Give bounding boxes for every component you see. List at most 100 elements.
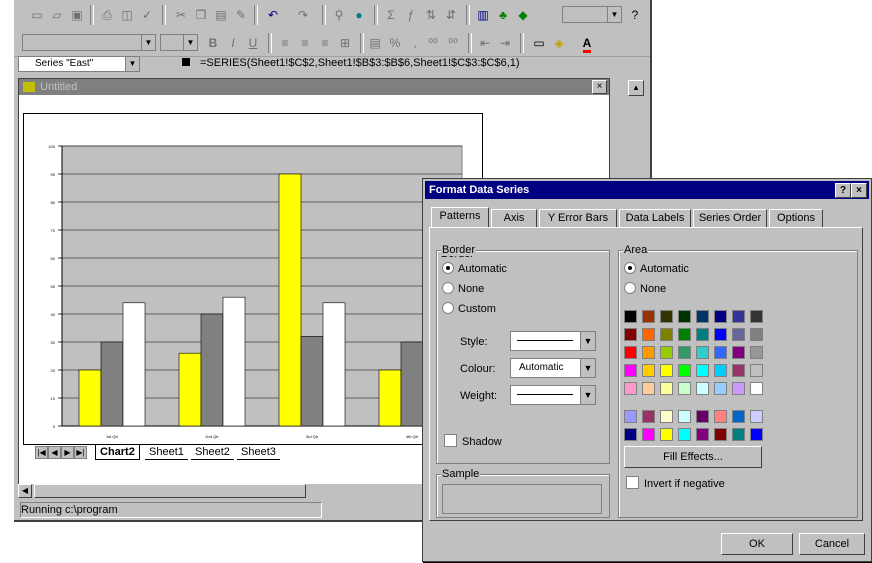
chevron-down-icon[interactable]: ▼ (580, 359, 595, 377)
italic-icon[interactable]: I (224, 34, 242, 52)
web-toolbar-icon[interactable]: ● (350, 6, 368, 24)
color-swatch[interactable] (714, 310, 727, 323)
help-icon[interactable]: ? (626, 6, 644, 24)
close-icon[interactable]: × (851, 183, 867, 198)
chart-plot[interactable]: 0 10 20 30 40 50 60 70 80 90 100 1st Qtr 2nd Qtr 3rd … (30, 136, 470, 456)
tab-patterns[interactable]: Patterns (431, 207, 489, 228)
save-icon[interactable]: ▣ (68, 6, 86, 24)
chevron-down-icon[interactable]: ▼ (183, 35, 197, 50)
color-swatch[interactable] (660, 428, 673, 441)
color-swatch[interactable] (642, 328, 655, 341)
color-swatch[interactable] (624, 364, 637, 377)
borders-icon[interactable]: ▭ (530, 34, 548, 52)
percent-icon[interactable]: % (386, 34, 404, 52)
color-swatch[interactable] (678, 428, 691, 441)
cut-icon[interactable]: ✂ (172, 6, 190, 24)
color-swatch[interactable] (696, 428, 709, 441)
increase-indent-icon[interactable]: ⇥ (496, 34, 514, 52)
open-icon[interactable]: ▱ (48, 6, 66, 24)
color-swatch[interactable] (732, 346, 745, 359)
scroll-left-icon[interactable]: ◀ (18, 484, 32, 498)
color-swatch[interactable] (714, 364, 727, 377)
color-swatch[interactable] (678, 346, 691, 359)
color-swatch[interactable] (696, 364, 709, 377)
sheet-tab-sheet2[interactable]: Sheet2 (191, 445, 234, 460)
font-color-icon[interactable]: A (578, 34, 596, 53)
autosum-icon[interactable]: Σ (382, 6, 400, 24)
close-icon[interactable]: × (592, 80, 607, 94)
color-swatch[interactable] (732, 382, 745, 395)
color-swatch[interactable] (714, 382, 727, 395)
color-swatch[interactable] (678, 310, 691, 323)
color-swatch[interactable] (750, 346, 763, 359)
color-swatch[interactable] (660, 364, 673, 377)
sort-ascending-icon[interactable]: ⇅ (422, 6, 440, 24)
font-combo[interactable]: ▼ (22, 34, 156, 51)
shadow-checkbox[interactable]: Shadow (444, 434, 502, 449)
name-box[interactable]: Series "East" ▼ (18, 56, 140, 72)
fill-effects-button[interactable]: Fill Effects... (624, 446, 762, 468)
color-swatch[interactable] (714, 328, 727, 341)
print-preview-icon[interactable]: ◫ (118, 6, 136, 24)
tab-axis[interactable]: Axis (491, 209, 537, 227)
chevron-down-icon[interactable]: ▼ (125, 57, 139, 71)
next-sheet-icon[interactable]: ▶ (61, 446, 74, 459)
color-swatch[interactable] (678, 410, 691, 423)
sort-descending-icon[interactable]: ⇵ (442, 6, 460, 24)
color-swatch[interactable] (678, 364, 691, 377)
font-size-combo[interactable]: ▼ (160, 34, 198, 51)
area-automatic-radio[interactable]: Automatic (624, 262, 689, 276)
chevron-down-icon[interactable]: ▼ (580, 386, 595, 404)
color-swatch[interactable] (624, 428, 637, 441)
tab-options[interactable]: Options (769, 209, 823, 227)
color-swatch[interactable] (660, 310, 673, 323)
formula-bar[interactable]: =SERIES(Sheet1!$C$2,Sheet1!$B$3:$B$6,She… (200, 56, 644, 70)
chevron-down-icon[interactable]: ▼ (580, 332, 595, 350)
color-swatch[interactable] (624, 328, 637, 341)
color-swatch[interactable] (732, 328, 745, 341)
tab-y-error-bars[interactable]: Y Error Bars (539, 209, 617, 227)
color-swatch[interactable] (750, 382, 763, 395)
format-painter-icon[interactable]: ✎ (232, 6, 250, 24)
tab-series-order[interactable]: Series Order (693, 209, 767, 227)
color-swatch[interactable] (732, 428, 745, 441)
color-swatch[interactable] (696, 410, 709, 423)
area-none-radio[interactable]: None (624, 282, 666, 296)
color-swatch[interactable] (714, 428, 727, 441)
prev-sheet-icon[interactable]: ◀ (48, 446, 61, 459)
invert-if-negative-checkbox[interactable]: Invert if negative (626, 476, 725, 491)
color-swatch[interactable] (642, 410, 655, 423)
decrease-decimal-icon[interactable]: ⁰⁰ (444, 34, 462, 52)
color-swatch[interactable] (696, 382, 709, 395)
sheet-tab-sheet3[interactable]: Sheet3 (237, 445, 280, 460)
sheet-tab-chart2[interactable]: Chart2 (95, 445, 140, 460)
tab-data-labels[interactable]: Data Labels (619, 209, 691, 227)
zoom-combo[interactable]: ▼ (562, 6, 622, 23)
sheet-nav-buttons[interactable]: |◀ ◀ ▶ ▶| (35, 446, 91, 459)
color-swatch[interactable] (678, 382, 691, 395)
color-swatch[interactable] (750, 364, 763, 377)
ok-button[interactable]: OK (721, 533, 793, 555)
new-icon[interactable]: ▭ (28, 6, 46, 24)
chevron-down-icon[interactable]: ▼ (607, 7, 621, 22)
color-swatch[interactable] (642, 346, 655, 359)
sheet-tab-sheet1[interactable]: Sheet1 (145, 445, 188, 460)
color-swatch[interactable] (624, 382, 637, 395)
color-swatch[interactable] (660, 328, 673, 341)
align-right-icon[interactable]: ≡ (316, 34, 334, 52)
merge-center-icon[interactable]: ⊞ (336, 34, 354, 52)
color-swatch[interactable] (660, 410, 673, 423)
currency-icon[interactable]: ▤ (366, 34, 384, 52)
border-automatic-radio[interactable]: Automatic (442, 262, 507, 276)
color-swatch[interactable] (696, 328, 709, 341)
color-swatch[interactable] (660, 346, 673, 359)
color-swatch[interactable] (750, 428, 763, 441)
color-swatch[interactable] (696, 310, 709, 323)
drawing-icon[interactable]: ◆ (514, 6, 532, 24)
color-swatch[interactable] (732, 310, 745, 323)
color-swatch[interactable] (642, 364, 655, 377)
color-swatch[interactable] (642, 382, 655, 395)
cancel-button[interactable]: Cancel (799, 533, 865, 555)
first-sheet-icon[interactable]: |◀ (35, 446, 48, 459)
chart-window-titlebar[interactable]: Untitled × (19, 79, 609, 95)
